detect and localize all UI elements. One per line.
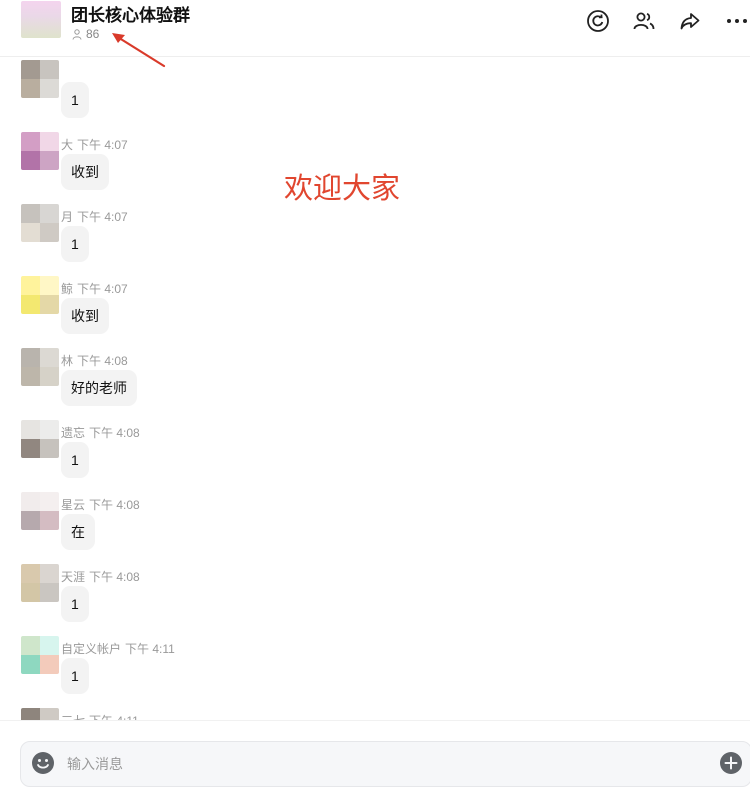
message-item: 大下午 4:07 收到 <box>0 90 750 190</box>
welcome-annotation: 欢迎大家 <box>284 171 401 205</box>
message-meta: 三七下午 4:11 <box>61 712 139 720</box>
more-icon <box>727 19 747 23</box>
member-count-value: 86 <box>86 27 100 41</box>
message-item: 星云 下午 4:08 在 <box>0 450 750 550</box>
emoji-icon[interactable] <box>31 751 55 775</box>
message-item: 鲸下午 4:07 收到 <box>0 234 750 334</box>
message-item: 遗忘 下午 4:08 1 <box>0 378 750 478</box>
sync-icon <box>587 10 609 32</box>
message-meta: 天涯 下午 4:08 <box>61 568 140 585</box>
sender-name[interactable]: 自定义帐户 <box>61 642 121 656</box>
message-item: 自定义帐户 下午 4:11 1 <box>0 594 750 694</box>
message-meta: 遗忘 下午 4:08 <box>61 424 140 441</box>
message-time: 下午 4:07 <box>77 282 128 296</box>
sender-name[interactable]: 天涯 <box>61 570 85 584</box>
message-meta: 自定义帐户 下午 4:11 <box>61 640 175 657</box>
message-meta: 月下午 4:07 <box>61 208 128 225</box>
sender-name[interactable]: 林 <box>61 354 73 368</box>
sync-button[interactable] <box>585 8 611 34</box>
message-list[interactable]: 1 大下午 4:07 收到月下午 4:07 1 鲸下午 4:07 收到林下午 4:08 好的… <box>0 56 750 720</box>
message-item: 三七下午 4:111 <box>0 666 750 720</box>
message-meta: 林下午 4:08 <box>61 352 128 369</box>
sender-avatar[interactable] <box>21 708 59 720</box>
message-time: 下午 4:11 <box>125 642 175 656</box>
more-button[interactable] <box>724 8 750 34</box>
message-meta: 星云 下午 4:08 <box>61 496 140 513</box>
message-input[interactable]: 输入消息 <box>20 741 750 787</box>
group-avatar[interactable] <box>21 1 61 38</box>
sender-name[interactable]: 大 <box>61 138 73 152</box>
message-time: 下午 4:08 <box>77 354 128 368</box>
message-time: 下午 4:08 <box>89 498 140 512</box>
share-icon <box>680 13 700 30</box>
message-time: 下午 4:07 <box>77 210 128 224</box>
sender-name[interactable]: 月 <box>61 210 73 224</box>
members-icon <box>633 12 655 30</box>
sender-name[interactable]: 鲸 <box>61 282 73 296</box>
message-item: 天涯 下午 4:08 1 <box>0 522 750 622</box>
sender-name[interactable]: 遗忘 <box>61 426 85 440</box>
message-meta: 鲸下午 4:07 <box>61 280 128 297</box>
annotation-arrow-icon <box>112 33 166 68</box>
message-meta: 大下午 4:07 <box>61 136 128 153</box>
composer-area: 输入消息 <box>0 720 750 787</box>
add-icon[interactable] <box>719 751 743 775</box>
person-icon <box>72 28 82 40</box>
message-time: 下午 4:07 <box>77 138 128 152</box>
message-time: 下午 4:08 <box>89 570 140 584</box>
message-time: 下午 4:08 <box>89 426 140 440</box>
share-button[interactable] <box>677 8 703 34</box>
member-count[interactable]: 86 <box>72 27 99 41</box>
sender-name[interactable]: 星云 <box>61 498 85 512</box>
members-button[interactable] <box>631 8 657 34</box>
group-title: 团长核心体验群 <box>71 6 190 25</box>
message-item: 林下午 4:08 好的老师 <box>0 306 750 406</box>
message-input-placeholder: 输入消息 <box>67 756 123 772</box>
